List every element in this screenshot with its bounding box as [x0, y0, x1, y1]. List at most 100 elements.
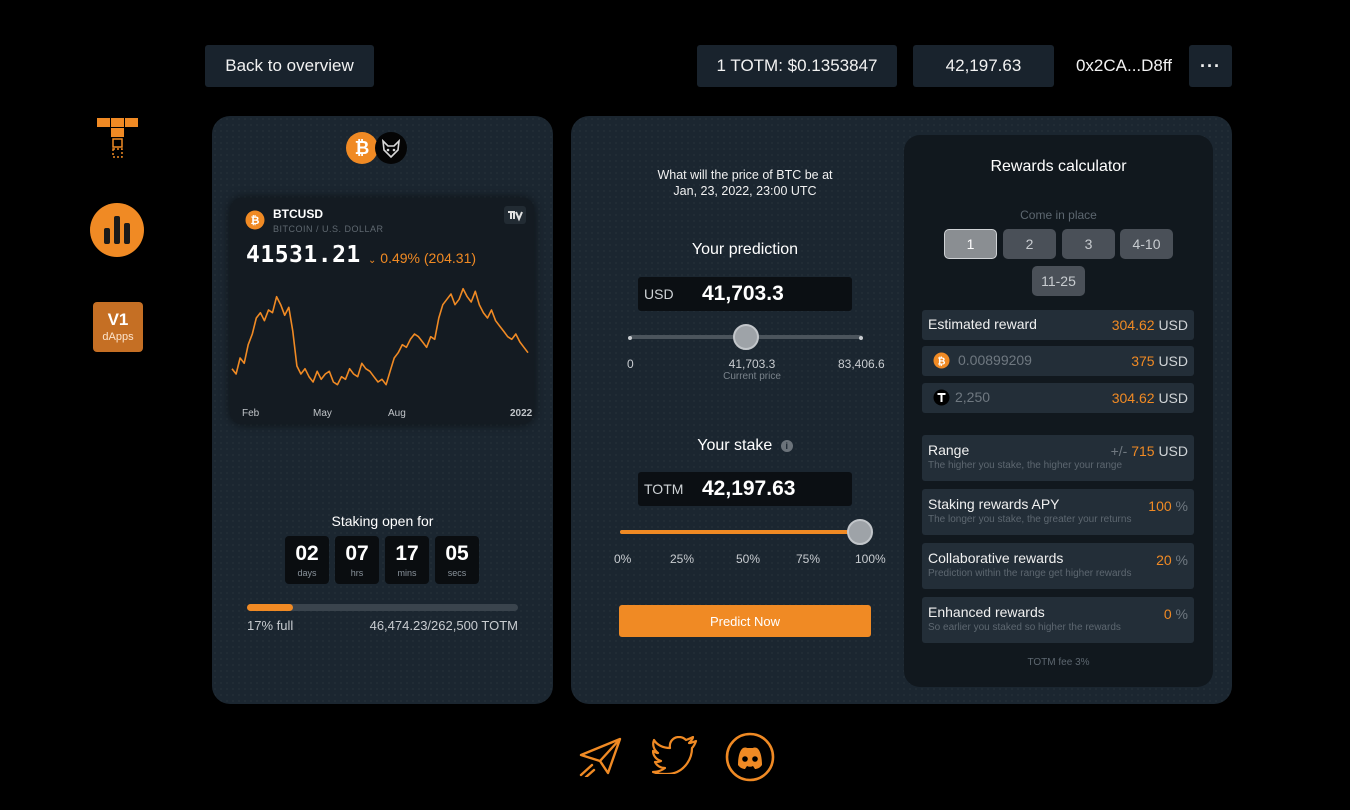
- stake-tick-75[interactable]: 75%: [796, 552, 820, 566]
- svg-text:₿: ₿: [937, 356, 945, 368]
- staking-full-label: 17% full: [247, 618, 294, 633]
- twitter-icon[interactable]: [651, 735, 698, 779]
- btc-chart-widget: ₿ BTCUSD BITCOIN / U.S. DOLLAR 41531.21 …: [230, 198, 534, 424]
- apy-row: Staking rewards APY The longer you stake…: [922, 489, 1194, 535]
- estimated-reward-label: Estimated reward: [928, 316, 1037, 332]
- balance-display: 42,197.63: [913, 45, 1054, 87]
- place-option-1-label: 1: [966, 236, 975, 252]
- btc-reward-icon: ₿: [933, 352, 950, 374]
- predict-now-button[interactable]: Predict Now: [619, 605, 871, 637]
- collab-value: 20 %: [1156, 552, 1188, 568]
- totm-reward-unit: USD: [1158, 390, 1188, 406]
- btc-reward-unit: USD: [1158, 353, 1188, 369]
- chart-symbol: BTCUSD: [273, 207, 323, 221]
- prediction-slider-handle[interactable]: [733, 324, 759, 350]
- v1-label: V1: [107, 310, 129, 329]
- stake-currency: TOTM: [644, 481, 684, 497]
- countdown-secs-num: 05: [445, 542, 469, 565]
- range-row: Range The higher you stake, the higher y…: [922, 435, 1194, 481]
- countdown-hours: 07 hrs: [335, 536, 379, 584]
- svg-text:₿: ₿: [355, 138, 370, 159]
- place-option-2[interactable]: 2: [1003, 229, 1056, 259]
- prediction-title: Your prediction: [691, 241, 799, 258]
- price-line-chart: [231, 287, 529, 386]
- countdown-mins: 17 mins: [385, 536, 429, 584]
- totm-fee-label: TOTM fee 3%: [1027, 657, 1090, 668]
- enhanced-row: Enhanced rewards So earlier you staked s…: [922, 597, 1194, 643]
- v1-dapps-button[interactable]: V1 dApps: [93, 302, 143, 352]
- prediction-slider-track[interactable]: [630, 324, 862, 350]
- place-option-4-10[interactable]: 4-10: [1120, 229, 1173, 259]
- estimated-reward-value: 304.62 USD: [1112, 317, 1188, 333]
- prediction-mid-value: 41,703.3: [728, 357, 776, 371]
- rewards-title: Rewards calculator: [990, 158, 1127, 175]
- chart-change: ⌄ 0.49% (204.31): [368, 250, 476, 266]
- stake-slider-track[interactable]: [620, 519, 873, 545]
- back-label: Back to overview: [225, 56, 354, 75]
- x-label-may: May: [313, 408, 332, 419]
- info-icon[interactable]: i: [780, 439, 793, 452]
- range-label: Range: [928, 442, 970, 458]
- totm-reward-icon: [933, 389, 950, 411]
- price-series-line: [231, 287, 529, 386]
- place-option-11-25-label: 11-25: [1041, 273, 1076, 289]
- enhanced-value: 0 %: [1164, 606, 1188, 622]
- totm-reward-value: 304.62 USD: [1112, 390, 1188, 406]
- stake-tick-25[interactable]: 25%: [670, 552, 694, 566]
- tradingview-icon[interactable]: [504, 206, 526, 224]
- estimated-reward-amount: 304.62: [1111, 317, 1155, 333]
- enhanced-sub: So earlier you staked so higher the rewa…: [928, 622, 1121, 633]
- totm-reward-usd: 304.62: [1111, 390, 1155, 406]
- x-label-2022: 2022: [510, 408, 533, 419]
- dapps-label: dApps: [102, 331, 134, 343]
- discord-icon[interactable]: [725, 732, 775, 787]
- place-option-4-10-label: 4-10: [1132, 236, 1161, 252]
- staking-title: Staking open for: [331, 513, 434, 529]
- x-label-feb: Feb: [242, 408, 260, 419]
- stake-input[interactable]: TOTM 42,197.63: [638, 472, 852, 506]
- estimated-reward-unit: USD: [1158, 317, 1188, 333]
- stake-slider-handle[interactable]: [847, 519, 873, 545]
- countdown-mins-num: 17: [395, 542, 419, 565]
- more-menu-button[interactable]: ···: [1189, 45, 1232, 87]
- slider-end-dot: [859, 336, 863, 340]
- countdown-secs: 05 secs: [435, 536, 479, 584]
- range-value: +/- 715 USD: [1111, 443, 1188, 459]
- stake-tick-0[interactable]: 0%: [614, 552, 631, 566]
- wallet-address[interactable]: 0x2CA...D8ff: [1064, 45, 1184, 87]
- collab-amount: 20: [1156, 552, 1172, 568]
- apy-percent: %: [1175, 498, 1188, 514]
- back-to-overview-button[interactable]: Back to overview: [205, 45, 374, 87]
- place-option-1[interactable]: 1: [944, 229, 997, 259]
- enhanced-label: Enhanced rewards: [928, 604, 1045, 620]
- chevron-down-icon: ⌄: [368, 255, 377, 266]
- stake-tick-50[interactable]: 50%: [736, 552, 760, 566]
- stake-title-row: Your stake i: [610, 437, 880, 455]
- collab-label: Collaborative rewards: [928, 550, 1064, 566]
- prediction-input[interactable]: USD 41,703.3: [638, 277, 852, 311]
- bar-chart-icon[interactable]: [89, 202, 145, 263]
- telegram-icon[interactable]: [578, 735, 624, 782]
- fox-logo-icon: [374, 131, 408, 170]
- countdown-days-unit: days: [297, 568, 317, 578]
- btc-reward-amount: 0.00899209: [958, 352, 1032, 368]
- predict-now-label: Predict Now: [709, 613, 781, 629]
- place-option-3[interactable]: 3: [1062, 229, 1115, 259]
- prediction-mid: 41,703.3 Current price: [700, 357, 804, 382]
- stake-value: 42,197.63: [702, 477, 796, 500]
- place-option-11-25[interactable]: 11-25: [1032, 266, 1085, 296]
- totm-reward-row: 2,250 304.62 USD: [922, 383, 1194, 413]
- totm-price-label: 1 TOTM: $0.1353847: [716, 56, 878, 75]
- stake-tick-100[interactable]: 100%: [855, 552, 886, 566]
- prediction-currency: USD: [644, 286, 674, 302]
- stake-slider-fill: [620, 530, 860, 534]
- question-line-2: Jan, 23, 2022, 23:00 UTC: [673, 184, 817, 198]
- countdown-secs-unit: secs: [447, 568, 467, 578]
- totm-reward-amount: 2,250: [955, 389, 991, 405]
- totm-logo-icon[interactable]: [97, 118, 139, 165]
- range-amount: 715: [1131, 443, 1155, 459]
- prediction-mid-label: Current price: [723, 371, 781, 382]
- countdown-hours-num: 07: [345, 542, 369, 565]
- prediction-value: 41,703.3: [702, 282, 784, 305]
- balance-value: 42,197.63: [945, 56, 1022, 75]
